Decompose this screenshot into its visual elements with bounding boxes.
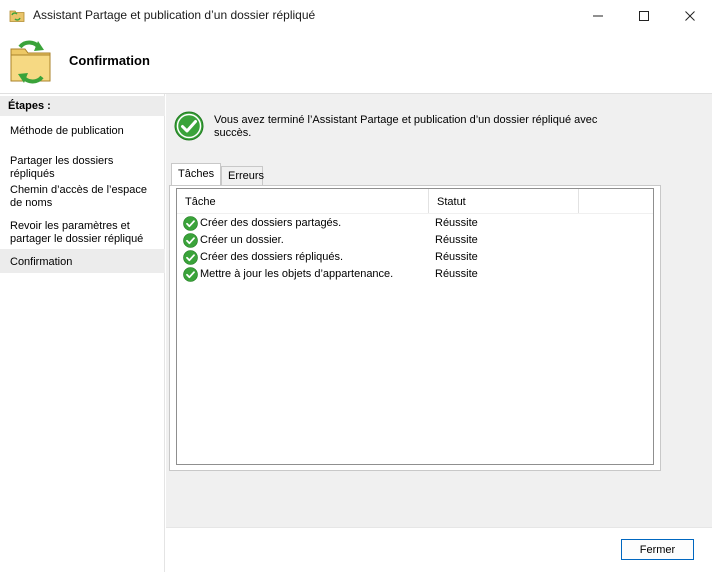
header-divider-line [177, 213, 653, 214]
title-bar: Assistant Partage et publication d’un do… [0, 0, 712, 31]
steps-heading: Étapes : [0, 96, 165, 116]
column-header-status[interactable]: Statut [429, 189, 579, 213]
wizard-header: Confirmation [0, 31, 712, 93]
row-task: Créer des dossiers répliqués. [200, 251, 344, 263]
row-task: Créer des dossiers partagés. [200, 217, 342, 229]
column-header-empty [579, 189, 653, 213]
sidebar-item-namespace-path[interactable]: Chemin d’accès de l’espace de noms [10, 184, 160, 210]
table-row[interactable]: Créer un dossier. Réussite [177, 232, 653, 249]
page-title: Confirmation [69, 53, 150, 68]
minimize-button[interactable] [575, 0, 621, 31]
success-message: Vous avez terminé l’Assistant Partage et… [214, 114, 598, 139]
row-status: Réussite [435, 251, 478, 263]
sidebar-item-publication-method[interactable]: Méthode de publication [10, 125, 160, 138]
table-row[interactable]: Mettre à jour les objets d’appartenance.… [177, 266, 653, 283]
row-status: Réussite [435, 268, 478, 280]
check-circle-icon [183, 267, 198, 282]
close-icon [685, 10, 695, 21]
row-status: Réussite [435, 217, 478, 229]
maximize-icon [639, 10, 649, 21]
task-table[interactable]: Tâche Statut Créer des dossiers partagés… [176, 188, 654, 465]
row-task: Créer un dossier. [200, 234, 284, 246]
close-window-button[interactable] [667, 0, 712, 31]
check-circle-icon [183, 250, 198, 265]
sidebar-item-share-folders[interactable]: Partager les dossiers répliqués [10, 155, 160, 181]
tab-taches[interactable]: Tâches [171, 163, 221, 186]
folder-sync-icon [10, 40, 51, 84]
check-circle-icon [174, 111, 204, 141]
window-title: Assistant Partage et publication d’un do… [33, 8, 316, 22]
tab-erreurs[interactable]: Erreurs [221, 166, 264, 186]
check-circle-icon [183, 233, 198, 248]
row-status: Réussite [435, 234, 478, 246]
column-header-task[interactable]: Tâche [177, 189, 429, 213]
folder-share-icon [9, 10, 25, 22]
table-row[interactable]: Créer des dossiers partagés. Réussite [177, 215, 653, 232]
table-row[interactable]: Créer des dossiers répliqués. Réussite [177, 249, 653, 266]
steps-sidebar: Étapes : Méthode de publication Partager… [0, 94, 165, 572]
check-circle-icon [183, 216, 198, 231]
minimize-icon [593, 15, 603, 16]
close-button[interactable]: Fermer [621, 539, 694, 560]
row-task: Mettre à jour les objets d’appartenance. [200, 268, 394, 280]
sidebar-item-confirmation[interactable]: Confirmation [10, 256, 160, 269]
sidebar-item-review-settings[interactable]: Revoir les paramètres et partager le dos… [10, 220, 160, 246]
maximize-button[interactable] [621, 0, 667, 31]
